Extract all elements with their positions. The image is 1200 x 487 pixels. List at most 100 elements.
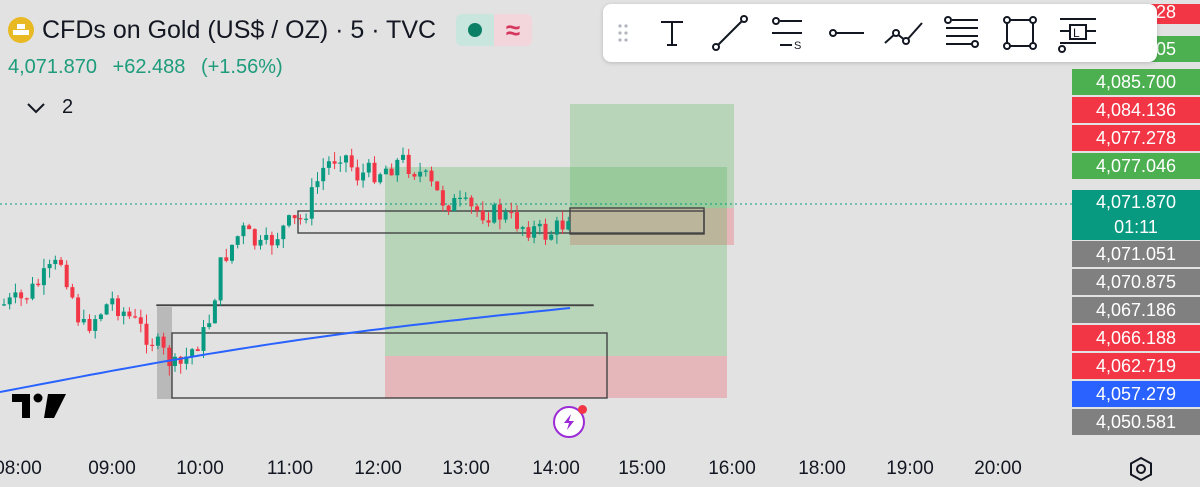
time-axis-label: 16:00 <box>708 458 756 479</box>
price-axis-label: 4,067.186 <box>1072 297 1200 323</box>
candle-body <box>475 206 480 211</box>
candle-body <box>326 161 331 168</box>
delayed-data-icon: ≈ <box>494 14 533 46</box>
candle-body <box>104 304 109 315</box>
candle-body <box>452 198 457 212</box>
candle-body <box>383 168 388 175</box>
rectangle-drawing[interactable] <box>156 304 594 307</box>
tradingview-logo[interactable] <box>12 392 68 425</box>
candle-body <box>212 300 217 324</box>
candle-body <box>70 287 75 298</box>
last-price: 4,071.870 <box>8 56 97 78</box>
candle-body <box>275 239 280 246</box>
long-position-loss-zone[interactable] <box>385 356 727 398</box>
time-axis-label: 11:00 <box>266 458 314 479</box>
price-summary: 4,071.870 +62.488 (+1.56%) <box>8 56 293 79</box>
text-tool-icon[interactable] <box>643 4 701 62</box>
candle-body <box>2 304 6 306</box>
fib-retracement-icon[interactable] <box>933 4 991 62</box>
candle-body <box>395 159 400 176</box>
candle-body <box>412 173 417 177</box>
bar-countdown-label: 01:11 <box>1072 214 1200 240</box>
candle-body <box>30 283 35 299</box>
time-axis-label: 15:00 <box>618 458 666 479</box>
candle-body <box>349 155 354 168</box>
candle-body <box>93 319 98 331</box>
candle-body <box>549 234 554 240</box>
price-axis-label: 4,084.136 <box>1072 97 1200 123</box>
price-axis-label: 4,070.875 <box>1072 269 1200 295</box>
horizontal-line-icon[interactable] <box>817 4 875 62</box>
symbol-header[interactable]: CFDs on Gold (US$ / OZ) · 5 · TVC ≈ <box>8 14 533 46</box>
trend-line-icon[interactable] <box>701 4 759 62</box>
candle-body <box>190 349 195 357</box>
long-position-profit-zone[interactable] <box>385 167 727 356</box>
time-axis-label: 12:00 <box>354 458 402 479</box>
candle-body <box>59 259 63 265</box>
candle-body <box>423 170 428 172</box>
anchored-vwap-icon[interactable]: S <box>759 4 817 62</box>
candle-body <box>366 162 371 173</box>
candle-body <box>520 227 525 229</box>
candle-body <box>258 239 263 246</box>
candle-body <box>7 297 12 305</box>
candle-body <box>127 311 132 317</box>
candle-body <box>235 236 240 245</box>
candle-body <box>315 181 320 188</box>
grip-icon[interactable] <box>603 4 643 62</box>
candle-body <box>81 318 86 323</box>
candle-body <box>116 298 120 317</box>
time-axis-label: 08:00 <box>0 458 42 479</box>
time-axis[interactable]: 08:00 09:00 10:00 11:00 12:00 13:00 14:00 15:00… <box>0 452 1200 486</box>
candle-body <box>264 234 269 240</box>
candle-body <box>161 336 166 348</box>
path-icon[interactable] <box>875 4 933 62</box>
candle-body <box>224 257 229 261</box>
market-status[interactable]: ≈ <box>456 14 533 46</box>
indicator-count: 2 <box>62 96 74 118</box>
indicators-toggle[interactable]: 2 <box>26 96 73 119</box>
candle-body <box>287 215 291 226</box>
position-zones[interactable] <box>157 104 734 399</box>
long-position-icon[interactable]: L <box>1049 4 1107 62</box>
rectangle-icon[interactable] <box>991 4 1049 62</box>
price-axis-label: 4,057.279 <box>1072 381 1200 407</box>
candle-body <box>537 223 542 227</box>
symbol-title: CFDs on Gold (US$ / OZ) · 5 · TVC <box>42 15 437 44</box>
drawing-toolbar[interactable]: S L <box>603 4 1157 62</box>
candle-body <box>144 323 149 345</box>
price-change: +62.488 <box>112 56 186 78</box>
time-axis-label: 19:00 <box>886 458 934 479</box>
settings-icon[interactable] <box>1128 456 1154 482</box>
candle-body <box>378 174 383 183</box>
price-axis-label: 4,050.581 <box>1072 409 1200 435</box>
candle-body <box>252 229 257 246</box>
candle-body <box>155 336 160 346</box>
candle-body <box>87 318 92 331</box>
candle-body <box>401 154 405 160</box>
candle-body <box>247 225 252 230</box>
candle-body <box>150 344 155 347</box>
svg-text:S: S <box>794 40 801 52</box>
price-axis-label: 4,062.719 <box>1072 353 1200 379</box>
candle-body <box>497 204 502 220</box>
candle-body <box>24 298 29 300</box>
candle-body <box>372 162 377 183</box>
candle-body <box>269 234 274 246</box>
candle-body <box>36 283 41 286</box>
candle-body <box>492 204 497 223</box>
candle-body <box>304 218 309 220</box>
price-axis[interactable]: 4,091.8284,089.6054,085.7004,084.1364,07… <box>1072 0 1200 452</box>
candle-body <box>110 298 115 305</box>
candle-body <box>361 172 366 181</box>
time-axis-label: 09:00 <box>88 458 136 479</box>
price-axis-label: 4,071.051 <box>1072 241 1200 267</box>
candle-body <box>566 221 571 230</box>
candle-body <box>133 316 138 318</box>
candle-body <box>13 292 18 298</box>
candle-body <box>167 347 172 366</box>
candle-body <box>418 171 423 177</box>
candle-body <box>344 155 348 163</box>
price-axis-label: 4,077.278 <box>1072 125 1200 151</box>
candle-body <box>469 197 474 207</box>
